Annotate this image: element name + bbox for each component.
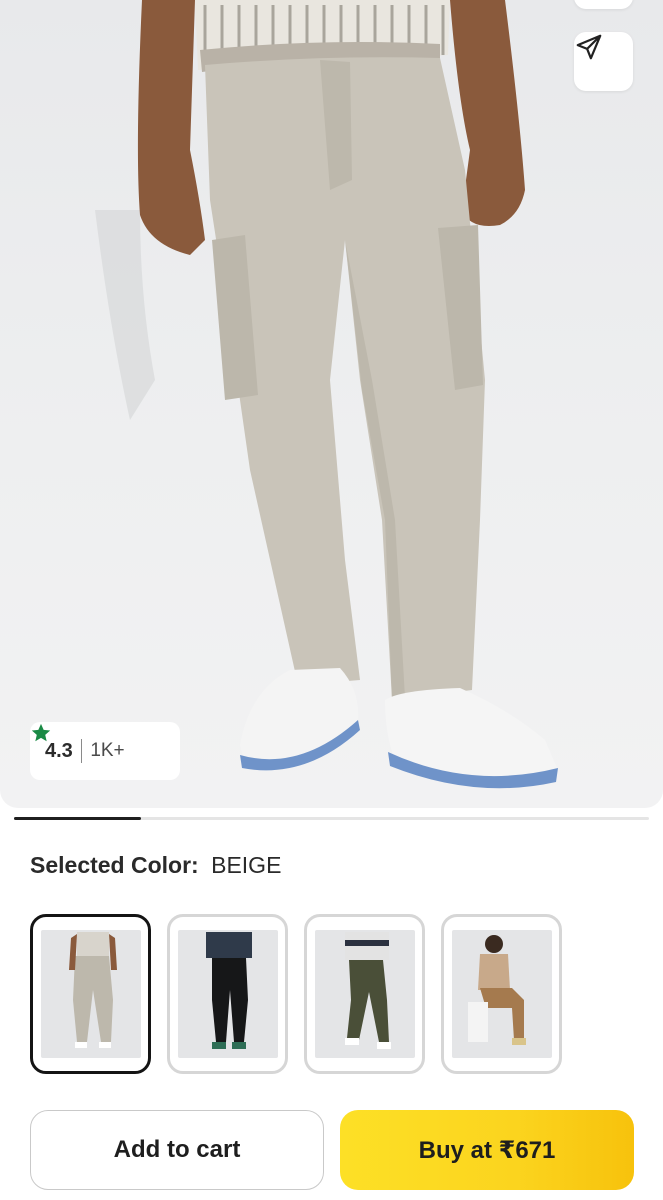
swatch-olive-image <box>314 930 415 1058</box>
swatch-brown[interactable] <box>441 914 562 1074</box>
product-photo <box>95 0 558 789</box>
swatch-black[interactable] <box>167 914 288 1074</box>
rating-count: 1K+ <box>90 740 125 761</box>
add-to-cart-button[interactable]: Add to cart <box>30 1110 324 1190</box>
gallery-progress <box>14 817 649 820</box>
share-icon <box>576 34 602 60</box>
swatch-beige[interactable] <box>30 914 151 1074</box>
color-swatches <box>30 914 562 1074</box>
share-button[interactable] <box>574 32 633 91</box>
selected-color: Selected Color: BEIGE <box>30 852 281 879</box>
product-page: 4.3 1K+ Selected Color: BEIGE Add to car… <box>0 0 663 1200</box>
selected-color-value: BEIGE <box>211 852 282 878</box>
star-icon <box>31 723 51 742</box>
selected-color-label: Selected Color: <box>30 852 199 878</box>
rating-badge[interactable]: 4.3 1K+ <box>30 722 180 780</box>
swatch-beige-image <box>40 930 141 1058</box>
action-bar: Add to cart Buy at ₹671 <box>30 1110 634 1190</box>
wishlist-button[interactable] <box>574 0 633 9</box>
swatch-black-image <box>177 930 278 1058</box>
rating-divider <box>80 739 83 763</box>
swatch-olive[interactable] <box>304 914 425 1074</box>
gallery-progress-fill <box>14 817 141 820</box>
buy-now-button[interactable]: Buy at ₹671 <box>340 1110 634 1190</box>
product-image[interactable]: 4.3 1K+ <box>0 0 663 808</box>
swatch-brown-image <box>451 930 552 1058</box>
